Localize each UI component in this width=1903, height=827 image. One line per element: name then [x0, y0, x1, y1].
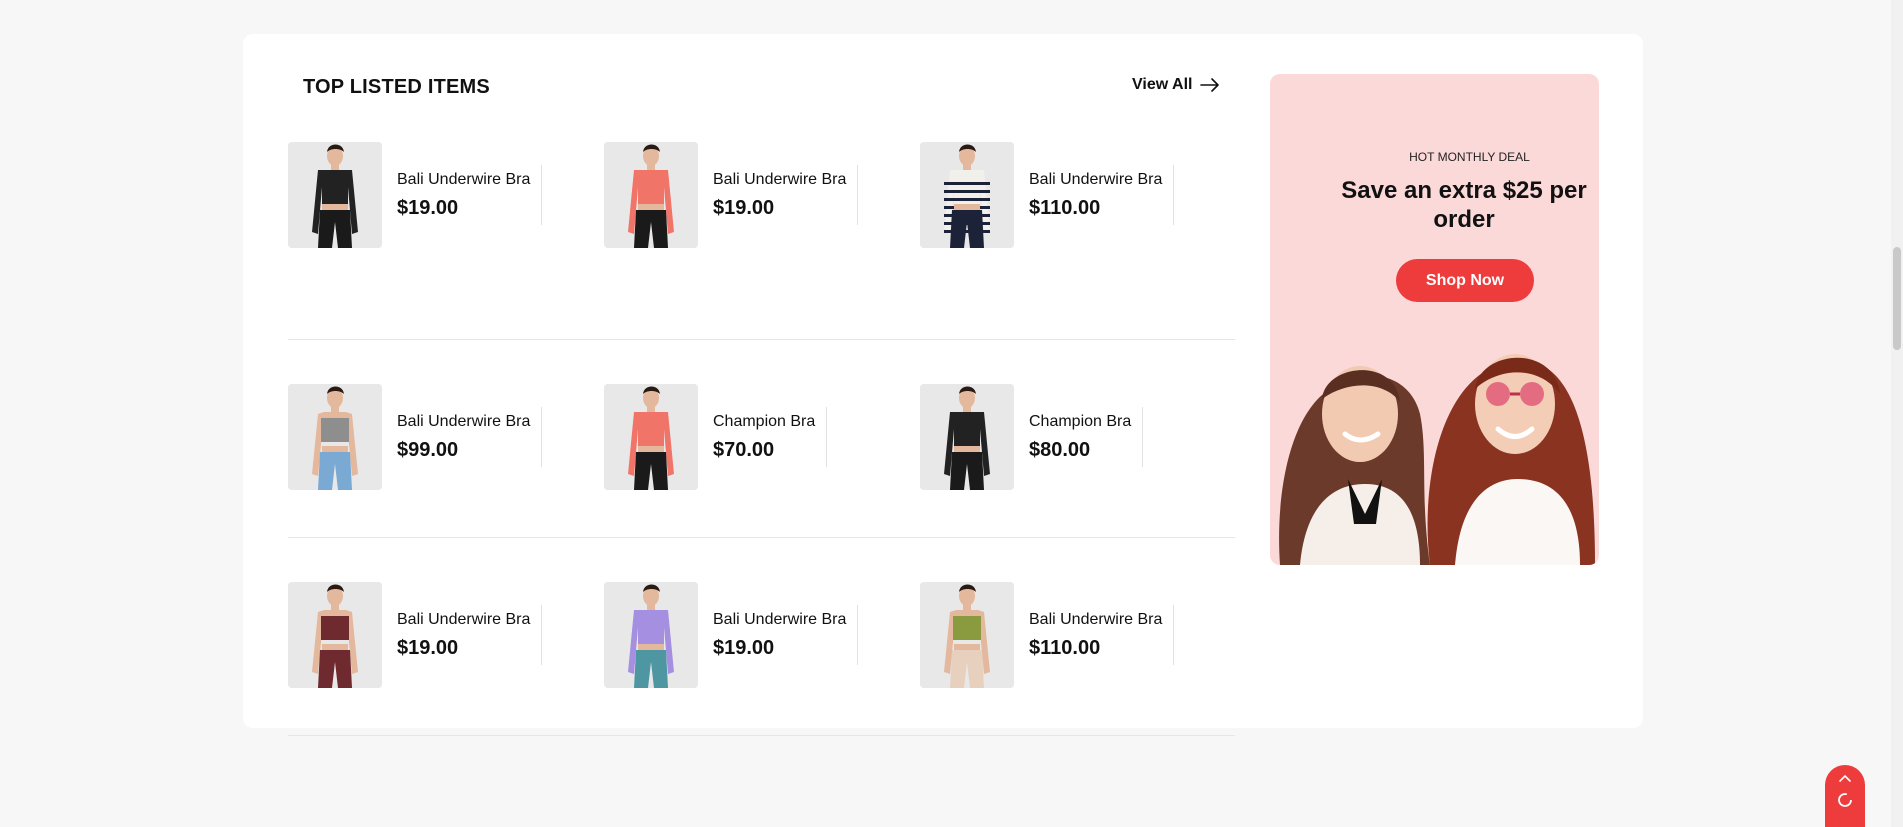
promo-title: Save an extra $25 per order [1341, 177, 1587, 233]
promo-models-image [1279, 354, 1595, 565]
product-thumbnail-figure [604, 582, 698, 688]
progress-ring-icon [1838, 793, 1852, 807]
product-thumbnail-figure [288, 384, 382, 490]
product-info: Bali Underwire Bra $19.00 [397, 165, 543, 225]
product-price: $110.00 [1029, 196, 1101, 219]
product-card[interactable]: Bali Underwire Bra $110.00 [920, 142, 1175, 248]
product-row: Bali Underwire Bra $19.00 Bali Underwire… [288, 538, 1235, 736]
product-price: $19.00 [713, 196, 775, 219]
product-image[interactable] [920, 582, 1014, 688]
product-name[interactable]: Bali Underwire Bra [1029, 611, 1162, 629]
product-image[interactable] [920, 384, 1014, 490]
top-listed-card: TOP LISTED ITEMS View All Bali Underwire… [243, 34, 1643, 736]
product-price: $99.00 [397, 438, 459, 461]
product-card[interactable]: Champion Bra $70.00 [604, 384, 828, 490]
product-image[interactable] [288, 582, 382, 688]
product-card[interactable]: Bali Underwire Bra $110.00 [920, 582, 1175, 688]
product-name[interactable]: Bali Underwire Bra [397, 171, 530, 189]
product-info: Bali Underwire Bra $110.00 [1029, 605, 1175, 665]
product-card[interactable]: Bali Underwire Bra $19.00 [288, 142, 543, 248]
product-image[interactable] [920, 142, 1014, 248]
page-scrollbar[interactable] [1891, 0, 1903, 827]
promo-kicker: HOT MONTHLY DEAL [1409, 150, 1530, 164]
product-info: Bali Underwire Bra $99.00 [397, 407, 543, 467]
product-image[interactable] [288, 142, 382, 248]
product-card[interactable]: Bali Underwire Bra $19.00 [288, 582, 543, 688]
view-all-link[interactable]: View All [1132, 76, 1220, 94]
product-image[interactable] [288, 384, 382, 490]
chevron-up-icon [1839, 775, 1851, 782]
product-info: Champion Bra $70.00 [713, 407, 828, 467]
product-info: Bali Underwire Bra $19.00 [397, 605, 543, 665]
product-card[interactable]: Bali Underwire Bra $19.00 [604, 582, 859, 688]
section-title: TOP LISTED ITEMS [303, 76, 490, 98]
product-image[interactable] [604, 582, 698, 688]
product-row: Bali Underwire Bra $19.00 Bali Underwire… [288, 142, 1235, 340]
product-price: $110.00 [1029, 636, 1101, 659]
product-name[interactable]: Bali Underwire Bra [713, 171, 846, 189]
promo-banner[interactable]: HOT MONTHLY DEAL Save an extra $25 per o… [1270, 74, 1599, 565]
arrow-right-icon [1200, 78, 1220, 92]
product-thumbnail-figure [920, 142, 1014, 248]
product-thumbnail-figure [604, 384, 698, 490]
scrollbar-thumb[interactable] [1893, 247, 1901, 350]
product-thumbnail-figure [288, 582, 382, 688]
product-price: $80.00 [1029, 438, 1091, 461]
product-name[interactable]: Bali Underwire Bra [397, 413, 530, 431]
product-thumbnail-figure [920, 384, 1014, 490]
product-thumbnail-figure [288, 142, 382, 248]
product-price: $19.00 [397, 636, 459, 659]
back-to-top-button[interactable] [1825, 765, 1865, 827]
product-name[interactable]: Bali Underwire Bra [1029, 171, 1162, 189]
product-thumbnail-figure [920, 582, 1014, 688]
product-thumbnail-figure [604, 142, 698, 248]
product-card[interactable]: Bali Underwire Bra $99.00 [288, 384, 543, 490]
product-card[interactable]: Champion Bra $80.00 [920, 384, 1144, 490]
product-name[interactable]: Bali Underwire Bra [397, 611, 530, 629]
product-price: $19.00 [397, 196, 459, 219]
product-price: $70.00 [713, 438, 775, 461]
product-card[interactable]: Bali Underwire Bra $19.00 [604, 142, 859, 248]
product-name[interactable]: Bali Underwire Bra [713, 611, 846, 629]
product-price: $19.00 [713, 636, 775, 659]
product-grid: Bali Underwire Bra $19.00 Bali Underwire… [288, 142, 1235, 736]
product-info: Champion Bra $80.00 [1029, 407, 1144, 467]
product-image[interactable] [604, 384, 698, 490]
product-info: Bali Underwire Bra $19.00 [713, 605, 859, 665]
view-all-label: View All [1132, 76, 1193, 93]
product-row: Bali Underwire Bra $99.00 Champion Bra $… [288, 340, 1235, 538]
product-info: Bali Underwire Bra $110.00 [1029, 165, 1175, 225]
product-name[interactable]: Champion Bra [1029, 413, 1131, 431]
product-name[interactable]: Champion Bra [713, 413, 815, 431]
product-info: Bali Underwire Bra $19.00 [713, 165, 859, 225]
product-image[interactable] [604, 142, 698, 248]
